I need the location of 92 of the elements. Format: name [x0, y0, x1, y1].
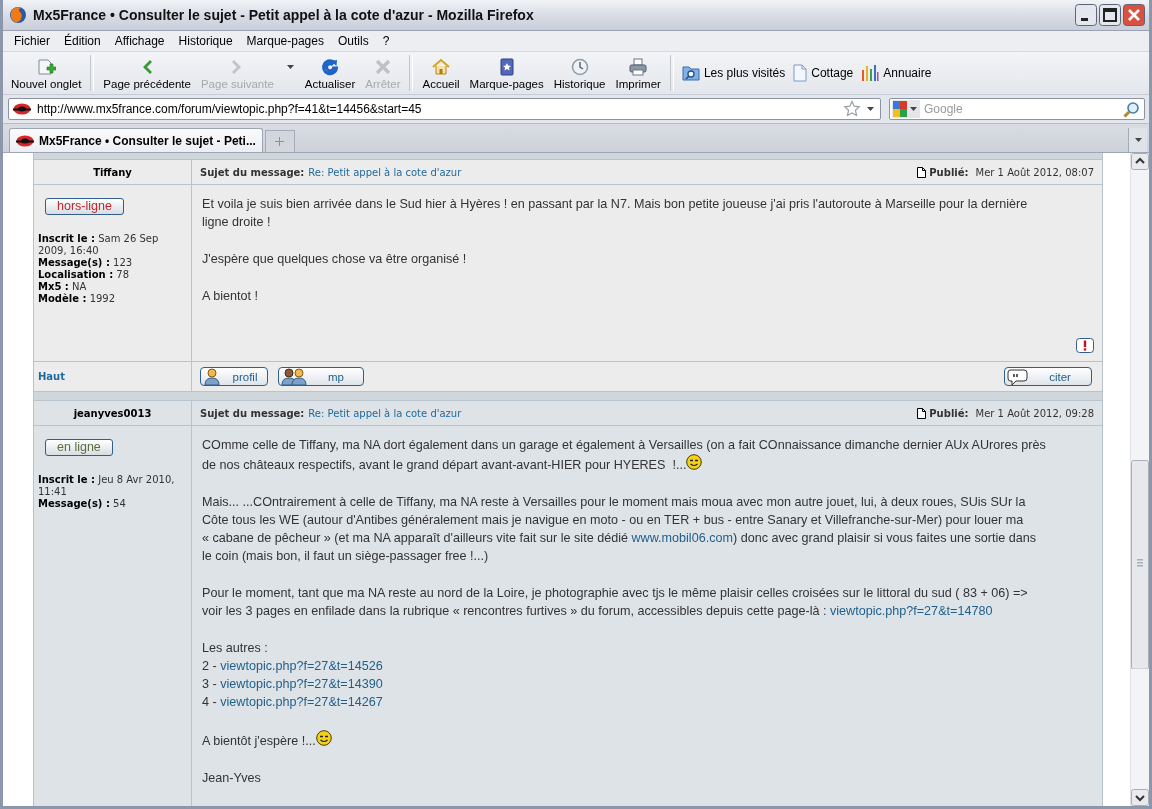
bookmarks-button[interactable]: Marque-pages — [464, 54, 549, 92]
home-icon — [431, 56, 451, 77]
site-logo-icon — [16, 134, 34, 147]
menu-item[interactable]: Marque-pages — [239, 34, 331, 48]
report-button[interactable] — [1076, 338, 1094, 353]
post-paragraph: A bientot ! — [202, 288, 259, 305]
address-field[interactable]: http://www.mx5france.com/forum/viewtopic.php?f=41&t=14456&start=45 — [37, 102, 837, 116]
subject-label: Sujet du message: — [200, 166, 305, 178]
clock-icon — [569, 56, 590, 77]
scrollbar-thumb[interactable] — [1131, 459, 1149, 670]
site-logo-icon — [13, 103, 31, 115]
profile-field: Inscrit le : Jeu 8 Avr 2010, 11:41 — [38, 474, 187, 498]
profile-field: Mx5 : NA — [38, 281, 187, 293]
bookmark-item[interactable]: Annuaire — [857, 64, 936, 82]
text-link[interactable]: viewtopic.php?f=27&t=14267 — [220, 695, 383, 709]
history-button[interactable]: Historique — [548, 54, 611, 92]
browser-logo-icon — [9, 6, 27, 24]
caret-icon — [1134, 138, 1142, 142]
search-bar[interactable]: Google — [889, 98, 1145, 120]
smiley-icon — [686, 454, 703, 470]
minimize-button[interactable] — [1075, 4, 1097, 26]
page-icon — [793, 64, 808, 82]
post-paragraph: A bientôt j'espère !... — [202, 730, 1094, 750]
profile-field: Inscrit le : Sam 26 Sep 2009, 16:40 — [38, 233, 187, 257]
post-paragraph: Les autres : 2 - viewtopic.php?f=27&t=14526 3 - viewtopic.php?f=27&t=14390 4 - viewtopic.php?f=27&t=14267 — [202, 640, 384, 711]
caret-icon[interactable] — [910, 107, 917, 111]
user-icon — [203, 367, 223, 386]
scroll-down-button[interactable] — [1131, 789, 1149, 806]
quote-button[interactable]: citer — [1004, 367, 1092, 386]
text-link[interactable]: viewtopic.php?f=27&t=14526 — [220, 659, 383, 673]
text-link[interactable]: www.mobil06.com — [631, 531, 733, 545]
search-icon[interactable] — [1123, 100, 1140, 118]
post-date: Mer 1 Août 2012, 09:28 — [975, 407, 1094, 419]
published-label: Publié: — [929, 407, 969, 419]
users-icon — [281, 367, 309, 386]
search-field[interactable]: Google — [924, 102, 1119, 116]
post-paragraph: Pour le moment, tant que ma NA reste au nord de la Loire, je photographie avec tjs le même plaisir celles croisées sur le littoral du sud ( 83 + 06) => voir les 3 pages en enfilade dans la rubrique « rencontres furtives » du forum, accessibles depuis cette page-là : viewtopic.php?f=27&t=14780 — [202, 585, 1029, 620]
post-paragraph: Jean-Yves — [202, 770, 262, 787]
profile-field: Localisation : 78 — [38, 269, 187, 281]
close-button[interactable] — [1123, 4, 1145, 26]
subject-label: Sujet du message: — [200, 407, 305, 419]
bookmark-item[interactable]: Cottage — [789, 64, 858, 82]
status-badge: en ligne — [45, 439, 113, 456]
menu-item[interactable]: Outils — [330, 34, 376, 48]
speech-bubble-icon — [1007, 367, 1029, 386]
menu-item[interactable]: Historique — [171, 34, 240, 48]
new-tab-button[interactable]: Nouvel onglet — [6, 54, 87, 92]
status-badge: hors-ligne — [45, 198, 124, 215]
menu-item[interactable]: Affichage — [107, 34, 172, 48]
browser-tab[interactable]: Mx5France • Consulter le sujet - Peti... — [9, 128, 263, 152]
folder-icon — [681, 65, 700, 81]
subject-link[interactable]: Re: Petit appel à la cote d'azur — [308, 166, 462, 178]
author-name: jeanyves0013 — [34, 401, 192, 426]
published-label: Publié: — [929, 166, 969, 178]
new-tab-icon — [36, 56, 57, 77]
caret-icon[interactable] — [286, 65, 294, 69]
plus-icon — [275, 137, 285, 146]
post-link-icon[interactable] — [917, 407, 927, 419]
post-paragraph: J'espère que quelques chose va être organisé ! — [202, 251, 468, 268]
back-button[interactable]: Page précédente — [98, 54, 196, 92]
printer-icon — [628, 56, 649, 77]
menu-item[interactable]: Édition — [57, 34, 108, 48]
menu-item[interactable]: Fichier — [7, 34, 57, 48]
profile-field: Modèle : 1992 — [38, 293, 187, 305]
bookmark-star-icon[interactable] — [843, 100, 861, 118]
post-paragraph: Et voila je suis bien arrivée dans le Sud hier à Hyères ! en passant par la N7. Mais bon petite joueuse j'ai pris l'autoroute à Marseille pour la dernière ligne droite ! — [202, 196, 1029, 231]
profile-field: Message(s) : 123 — [38, 257, 187, 269]
tab-list-button[interactable] — [1128, 128, 1147, 152]
smiley-icon — [315, 730, 332, 746]
subject-link[interactable]: Re: Petit appel à la cote d'azur — [308, 407, 462, 419]
post-date: Mer 1 Août 2012, 08:07 — [975, 166, 1094, 178]
profile-button[interactable]: profil — [200, 367, 268, 386]
menu-item[interactable]: ? — [375, 34, 397, 48]
caret-icon[interactable] — [867, 107, 874, 111]
author-name: Tiffany — [34, 160, 192, 185]
text-link[interactable]: viewtopic.php?f=27&t=14390 — [220, 677, 383, 691]
bars-icon — [861, 64, 880, 82]
post-link-icon[interactable] — [917, 166, 927, 178]
post-paragraph: Mais... ...COntrairement à celle de Tiffany, ma NA reste à Versailles pour le moment mais moua avec mon autre jouet, lui, à deux roues, SUis SUr la Côte tous les WE (autour d'Antibes généralement mais je navigue en moto - ou en TER + bus - entre Sanary et Villefranche-sur-Mer) pour louer ma « cabane de pêcheur » (et ma NA apparaît d'ailleurs vite fait sur le site dédié www.mobil06.com) donc avec grand plaisir si vous faites une sortie dans le coin (mais bon, il faut un siège-passager free !...) — [202, 494, 1038, 565]
private-message-button[interactable]: mp — [278, 367, 364, 386]
text-link[interactable]: viewtopic.php?f=27&t=14780 — [829, 604, 993, 618]
bookmark-item[interactable]: Les plus visités — [677, 65, 790, 81]
reload-icon — [320, 56, 341, 77]
reload-button[interactable]: Actualiser — [299, 54, 361, 92]
post-paragraph: COmme celle de Tiffany, ma NA dort également dans un garage et également à Versailles (on a fait COnnaissance dimanche dernier AUx AUrores près de nos châteaux respectifs, avant le grand départ avant-avant-HIER pour HYERES !... — [202, 437, 1047, 474]
scroll-up-button[interactable] — [1131, 153, 1149, 170]
home-button[interactable]: Accueil — [417, 54, 465, 92]
window-title: Mx5France • Consulter le sujet - Petit appel à la cote d'azur - Mozilla Firefox — [33, 7, 535, 23]
profile-field: Message(s) : 54 — [38, 498, 187, 510]
address-bar[interactable]: http://www.mx5france.com/forum/viewtopic.php?f=41&t=14456&start=45 — [8, 98, 881, 120]
print-button[interactable]: Imprimer — [610, 54, 666, 92]
maximize-button[interactable] — [1099, 4, 1121, 26]
